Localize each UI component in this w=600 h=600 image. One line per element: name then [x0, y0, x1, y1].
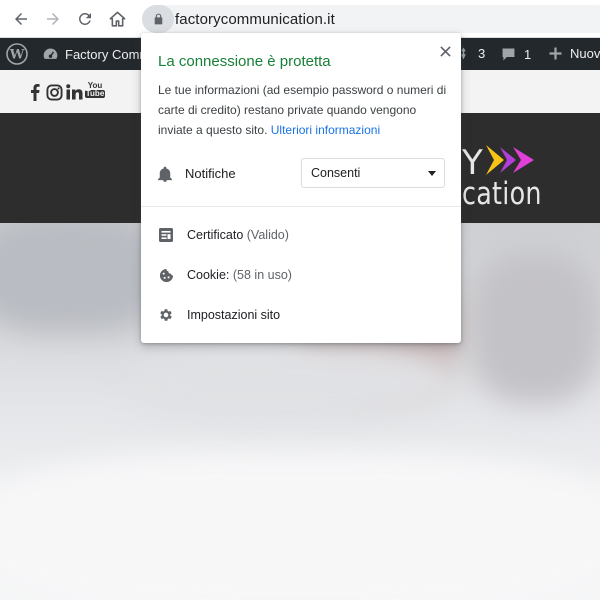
gear-icon — [158, 307, 174, 323]
notifications-select[interactable]: Consenti — [301, 158, 445, 188]
site-settings-row[interactable]: Impostazioni sito — [141, 296, 461, 334]
youtube-link[interactable]: You Tube — [84, 80, 106, 100]
bell-icon — [156, 165, 174, 183]
cookie-icon — [158, 267, 174, 283]
lock-icon — [154, 13, 162, 25]
close-button[interactable] — [435, 41, 455, 61]
back-button[interactable] — [7, 5, 35, 33]
updates-count: 3 — [478, 46, 486, 61]
cookies-text: Cookie: — [187, 268, 230, 282]
certificate-icon — [158, 227, 174, 243]
forward-arrow-icon — [47, 13, 59, 25]
chevron-down-icon — [428, 171, 436, 176]
reload-button[interactable] — [71, 5, 99, 33]
certificate-status: (Valido) — [246, 228, 289, 242]
certificate-label: Certificato (Valido) — [187, 228, 289, 242]
cookies-count: (58 in uso) — [232, 268, 292, 282]
divider — [141, 206, 461, 207]
notifications-label: Notifiche — [185, 166, 236, 181]
svg-text:W: W — [9, 48, 25, 63]
learn-more-link[interactable]: Ulteriori informazioni — [271, 123, 380, 137]
reload-icon — [78, 12, 91, 25]
cookies-row[interactable]: Cookie: (58 in uso) — [141, 256, 461, 294]
certificate-text: Certificato — [187, 228, 244, 242]
comments-menu[interactable]: 1 — [500, 46, 531, 63]
instagram-link[interactable] — [45, 82, 63, 102]
notifications-permission-row: Notifiche Consenti — [141, 158, 461, 190]
wordpress-icon: W — [6, 43, 28, 65]
wordpress-logo-button[interactable]: W — [6, 43, 28, 65]
site-name: Factory Comm — [65, 47, 151, 62]
cookies-label: Cookie: (58 in uso) — [187, 268, 292, 282]
popup-description: Le tue informazioni (ad esempio password… — [158, 80, 450, 140]
new-content-menu[interactable]: Nuov — [548, 46, 600, 61]
popup-title: La connessione è protetta — [158, 53, 331, 70]
address-bar[interactable]: factorycommunication.it — [142, 5, 600, 33]
back-arrow-icon — [15, 13, 27, 25]
admin-bar-site-menu[interactable]: Factory Comm — [42, 46, 150, 63]
facebook-link[interactable] — [30, 82, 40, 102]
forward-button[interactable] — [39, 5, 67, 33]
comments-count: 1 — [524, 47, 532, 62]
certificate-row[interactable]: Certificato (Valido) — [141, 216, 461, 254]
site-info-button[interactable] — [142, 5, 174, 33]
close-icon — [439, 45, 451, 57]
new-label: Nuov — [570, 46, 600, 61]
site-info-popup: La connessione è protetta Le tue informa… — [141, 33, 461, 343]
url-text[interactable]: factorycommunication.it — [175, 11, 335, 28]
comment-icon — [502, 48, 515, 61]
instagram-icon — [45, 83, 63, 101]
linkedin-link[interactable] — [65, 82, 83, 102]
plus-icon — [549, 47, 562, 60]
notifications-value: Consenti — [311, 166, 361, 180]
linkedin-icon — [65, 84, 82, 100]
logo-arrows-icon — [486, 145, 534, 175]
site-settings-label: Impostazioni sito — [187, 308, 281, 322]
home-button[interactable] — [103, 5, 131, 33]
home-icon — [109, 11, 125, 27]
dashboard-icon — [43, 48, 58, 59]
youtube-icon-bottom: Tube — [84, 89, 106, 98]
facebook-icon — [31, 83, 40, 101]
logo-text: cation — [462, 176, 542, 212]
